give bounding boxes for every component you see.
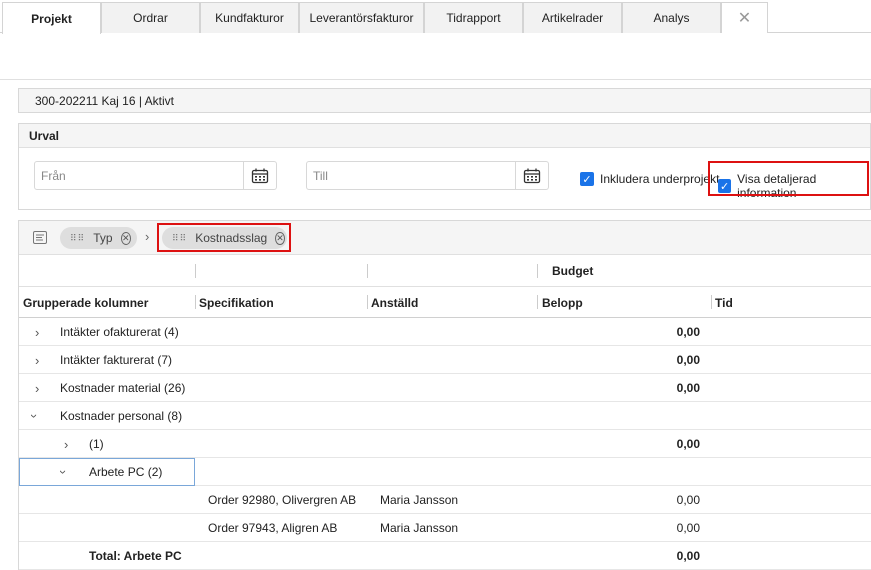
column-separator (711, 295, 712, 309)
row-label: Kostnader personal (8) (60, 409, 183, 423)
to-date-field (306, 161, 549, 190)
project-info-text: 300-202211 Kaj 16 | Aktivt (35, 93, 174, 108)
highlight-box (157, 223, 291, 252)
row-amount: 0,00 (676, 521, 700, 535)
table-row[interactable]: Order 97943, Aligren AB Maria Jansson 0,… (19, 514, 871, 542)
total-label: Total: Arbete PC (89, 549, 182, 563)
row-label: (1) (89, 437, 104, 451)
tab-ordrar[interactable]: Ordrar (101, 2, 200, 33)
column-header-specification[interactable]: Specifikation (199, 287, 274, 318)
data-grid: ⠿⠿ Typ ✕ › ⠿⠿ Kostnadsslag ✕ Budget Grup… (18, 220, 871, 570)
row-employee: Maria Jansson (380, 493, 459, 507)
chevron-right-icon[interactable]: › (35, 318, 39, 346)
row-specification: Order 97943, Aligren AB (208, 521, 338, 535)
selection-panel-title: Urval (19, 124, 870, 148)
column-header-employee[interactable]: Anställd (371, 287, 418, 318)
group-chip-typ[interactable]: ⠿⠿ Typ ✕ (60, 227, 137, 249)
row-specification: Order 92980, Olivergren AB (208, 493, 357, 507)
highlight-box (708, 161, 869, 196)
row-label: Intäkter fakturerat (7) (60, 353, 173, 367)
row-amount: 0,00 (676, 381, 700, 395)
column-separator (195, 295, 196, 309)
table-row[interactable]: › Kostnader personal (8) (19, 402, 871, 430)
tab-bar: Projekt Ordrar Kundfakturor Leverantörsf… (0, 0, 871, 34)
column-group-header: Budget (19, 255, 871, 287)
tab-leverantorsfakturor[interactable]: Leverantörsfakturor (299, 2, 424, 33)
calendar-icon[interactable] (243, 162, 276, 189)
chevron-down-icon[interactable]: › (21, 414, 49, 418)
tab-tidrapport[interactable]: Tidrapport (424, 2, 523, 33)
column-separator (367, 295, 368, 309)
row-amount: 0,00 (676, 437, 700, 451)
chevron-right-icon: › (145, 229, 150, 244)
close-tab-icon[interactable]: ✕ (721, 2, 768, 33)
table-row[interactable]: › Kostnader material (26) 0,00 (19, 374, 871, 402)
remove-icon[interactable]: ✕ (120, 231, 131, 245)
row-label: Kostnader material (26) (60, 381, 186, 395)
column-header-amount[interactable]: Belopp (542, 287, 583, 318)
column-separator (367, 264, 368, 278)
drag-handle-icon[interactable]: ⠿⠿ (70, 233, 85, 244)
row-amount: 0,00 (676, 493, 700, 507)
group-chip-label: Typ (93, 231, 113, 245)
budget-group-header: Budget (552, 263, 594, 278)
group-panel-icon[interactable] (33, 231, 47, 247)
row-employee: Maria Jansson (380, 521, 459, 535)
chevron-right-icon[interactable]: › (35, 374, 39, 402)
tab-kundfakturor[interactable]: Kundfakturor (200, 2, 299, 33)
project-info-bar: 300-202211 Kaj 16 | Aktivt (18, 88, 871, 113)
calendar-icon[interactable] (515, 162, 548, 189)
table-row[interactable]: › Arbete PC (2) (19, 458, 871, 486)
checkmark-icon: ✓ (580, 172, 594, 186)
table-row[interactable]: Order 92980, Olivergren AB Maria Jansson… (19, 486, 871, 514)
from-date-field (34, 161, 277, 190)
total-row: Total: Arbete PC 0,00 (19, 542, 871, 570)
group-panel: ⠿⠿ Typ ✕ › ⠿⠿ Kostnadsslag ✕ (19, 221, 871, 255)
tab-artikelrader[interactable]: Artikelrader (523, 2, 622, 33)
column-header-grouped[interactable]: Grupperade kolumner (23, 287, 148, 318)
column-separator (195, 264, 196, 278)
column-separator (537, 264, 538, 278)
column-header-row: Grupperade kolumner Specifikation Anstäl… (19, 287, 871, 318)
row-label: Arbete PC (2) (89, 465, 163, 479)
row-amount: 0,00 (676, 353, 700, 367)
tab-analys[interactable]: Analys (622, 2, 721, 33)
chevron-right-icon[interactable]: › (35, 346, 39, 374)
table-row[interactable]: › Intäkter ofakturerat (4) 0,00 (19, 318, 871, 346)
total-amount: 0,00 (676, 549, 700, 563)
chevron-down-icon[interactable]: › (50, 470, 78, 474)
include-subprojects-label: Inkludera underprojekt (600, 172, 720, 186)
chevron-right-icon[interactable]: › (64, 430, 68, 458)
row-label: Intäkter ofakturerat (4) (60, 325, 179, 339)
from-date-input[interactable] (35, 162, 243, 189)
row-amount: 0,00 (676, 325, 700, 339)
table-row[interactable]: › (1) 0,00 (19, 430, 871, 458)
divider (0, 79, 871, 80)
tab-projekt[interactable]: Projekt (2, 2, 101, 34)
column-header-time[interactable]: Tid (715, 287, 733, 318)
table-row[interactable]: › Intäkter fakturerat (7) 0,00 (19, 346, 871, 374)
include-subprojects-checkbox[interactable]: ✓ Inkludera underprojekt (580, 172, 719, 186)
column-separator (537, 295, 538, 309)
to-date-input[interactable] (307, 162, 515, 189)
